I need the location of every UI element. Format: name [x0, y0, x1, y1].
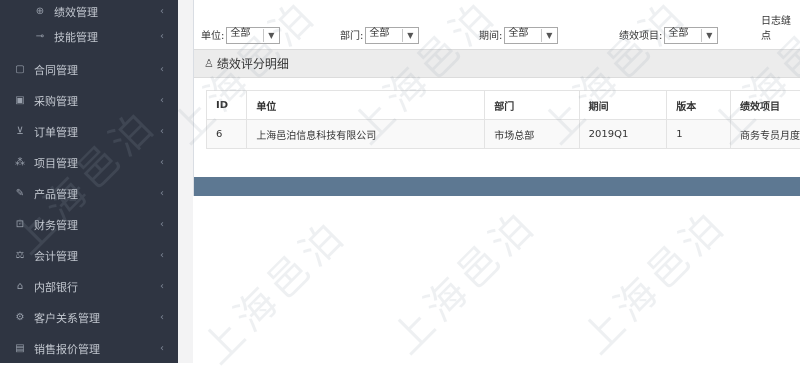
column-header[interactable]: 版本 [667, 91, 731, 120]
log-filter: 日志缝点 [761, 22, 800, 44]
sidebar-item-label: 合同管理 [34, 62, 78, 78]
sidebar-item-products[interactable]: ✎ 产品管理 ‹ [0, 178, 178, 209]
chevron-left-icon: ‹ [160, 6, 164, 17]
sidebar-item-orders[interactable]: ⊻ 订单管理 ‹ [0, 116, 178, 147]
sidebar-item-label: 项目管理 [34, 155, 78, 171]
main-panel: 单位: 全部 ▼ 部门: 全部 ▼ 期间: 全部 ▼ 绩效项目: 全部 ▼ [193, 0, 800, 196]
chevron-left-icon: ‹ [160, 343, 164, 354]
chevron-down-icon[interactable]: ▼ [701, 29, 716, 42]
sidebar-item-label: 绩效管理 [54, 4, 98, 20]
chevron-left-icon: ‹ [160, 312, 164, 323]
dept-filter: 部门: 全部 ▼ [340, 22, 419, 44]
chevron-down-icon[interactable]: ▼ [541, 29, 556, 42]
sidebar-item-purchasing[interactable]: ▣ 采购管理 ‹ [0, 85, 178, 116]
chevron-down-icon[interactable]: ▼ [263, 29, 278, 42]
chevron-left-icon: ‹ [160, 126, 164, 137]
table-row[interactable]: 6 上海邑泊信息科技有限公司 市场总部 2019Q1 1 商务专员月度 [207, 120, 800, 149]
detail-table: ID 单位 部门 期间 版本 绩效项目 6 上海邑泊信息科技有限公司 市场总部 … [206, 90, 800, 149]
cart-icon: ⊻ [14, 126, 26, 138]
sidebar-item-finance[interactable]: ⊡ 财务管理 ‹ [0, 209, 178, 240]
column-header[interactable]: 单位 [247, 91, 485, 120]
chevron-left-icon: ‹ [160, 95, 164, 106]
column-header[interactable]: 期间 [579, 91, 667, 120]
section-header: ♙ 绩效评分明细 [194, 49, 800, 78]
chevron-left-icon: ‹ [160, 188, 164, 199]
column-header[interactable]: 部门 [485, 91, 579, 120]
sidebar-item-accounting[interactable]: ⚖ 会计管理 ‹ [0, 240, 178, 271]
chevron-left-icon: ‹ [160, 250, 164, 261]
sidebar-item-label: 采购管理 [34, 93, 78, 109]
item-filter-label: 绩效项目: [619, 27, 662, 44]
item-select[interactable]: 全部 ▼ [664, 27, 718, 44]
content-background [178, 0, 193, 363]
watermark: 上海邑泊 [566, 193, 737, 364]
chart-icon: ▤ [14, 343, 26, 355]
unit-filter: 单位: 全部 ▼ [201, 22, 280, 44]
wrench-icon: ⊸ [34, 31, 46, 43]
chevron-down-icon[interactable]: ▼ [402, 29, 417, 42]
table-cell: 上海邑泊信息科技有限公司 [247, 120, 485, 149]
document-icon: ▢ [14, 64, 26, 76]
table-cell: 市场总部 [485, 120, 579, 149]
column-header[interactable]: 绩效项目 [731, 91, 800, 120]
unit-select[interactable]: 全部 ▼ [226, 27, 280, 44]
sidebar-item-skills[interactable]: ⊸ 技能管理 ‹ [0, 21, 178, 52]
chevron-left-icon: ‹ [160, 31, 164, 42]
section-title: 绩效评分明细 [217, 55, 289, 72]
edit-icon: ✎ [14, 188, 26, 200]
sidebar-item-sales-quote[interactable]: ▤ 销售报价管理 ‹ [0, 333, 178, 364]
dept-select-value: 全部 [366, 24, 389, 39]
period-select-value: 全部 [505, 24, 528, 39]
target-icon: ⊕ [34, 6, 46, 18]
dept-select[interactable]: 全部 ▼ [365, 27, 419, 44]
item-filter: 绩效项目: 全部 ▼ [619, 22, 718, 44]
sidebar-item-internal-bank[interactable]: ⌂ 内部银行 ‹ [0, 271, 178, 302]
chevron-left-icon: ‹ [160, 219, 164, 230]
sidebar-item-label: 会计管理 [34, 248, 78, 264]
period-select[interactable]: 全部 ▼ [504, 27, 558, 44]
watermark: 上海邑泊 [186, 203, 357, 374]
sidebar-item-contracts[interactable]: ▢ 合同管理 ‹ [0, 54, 178, 85]
dept-filter-label: 部门: [340, 27, 363, 44]
log-filter-label: 日志缝点 [761, 12, 799, 44]
sidebar-item-label: 财务管理 [34, 217, 78, 233]
sidebar-item-crm[interactable]: ⚙ 客户关系管理 ‹ [0, 302, 178, 333]
cart-box-icon: ▣ [14, 95, 26, 107]
sidebar-item-projects[interactable]: ⁂ 项目管理 ‹ [0, 147, 178, 178]
item-select-value: 全部 [665, 24, 688, 39]
sitemap-icon: ⁂ [14, 157, 26, 169]
panel-footer-bar [194, 177, 800, 196]
sidebar-item-label: 销售报价管理 [34, 341, 100, 357]
period-filter: 期间: 全部 ▼ [479, 22, 558, 44]
gears-icon: ⚙ [14, 312, 26, 324]
chevron-left-icon: ‹ [160, 157, 164, 168]
chevron-left-icon: ‹ [160, 281, 164, 292]
table-cell: 6 [207, 120, 247, 149]
money-icon: ⊡ [14, 219, 26, 231]
chevron-left-icon: ‹ [160, 64, 164, 75]
user-icon: ♙ [204, 57, 214, 70]
sidebar: ⊕ 绩效管理 ‹ ⊸ 技能管理 ‹ ▢ 合同管理 ‹ ▣ 采购管理 ‹ ⊻ 订单… [0, 0, 178, 363]
bank-icon: ⌂ [14, 281, 26, 293]
table-header-row: ID 单位 部门 期间 版本 绩效项目 [207, 91, 800, 120]
sidebar-item-label: 产品管理 [34, 186, 78, 202]
sidebar-item-label: 客户关系管理 [34, 310, 100, 326]
sidebar-item-label: 订单管理 [34, 124, 78, 140]
watermark: 上海邑泊 [376, 193, 547, 364]
unit-filter-label: 单位: [201, 27, 224, 44]
table-cell: 1 [667, 120, 731, 149]
filter-row: 单位: 全部 ▼ 部门: 全部 ▼ 期间: 全部 ▼ 绩效项目: 全部 ▼ [194, 22, 800, 46]
period-filter-label: 期间: [479, 27, 502, 44]
unit-select-value: 全部 [227, 24, 250, 39]
table-cell: 商务专员月度 [731, 120, 800, 149]
scale-icon: ⚖ [14, 250, 26, 262]
sidebar-item-label: 技能管理 [54, 29, 98, 45]
column-header[interactable]: ID [207, 91, 247, 120]
table-cell: 2019Q1 [579, 120, 667, 149]
sidebar-item-label: 内部银行 [34, 279, 78, 295]
